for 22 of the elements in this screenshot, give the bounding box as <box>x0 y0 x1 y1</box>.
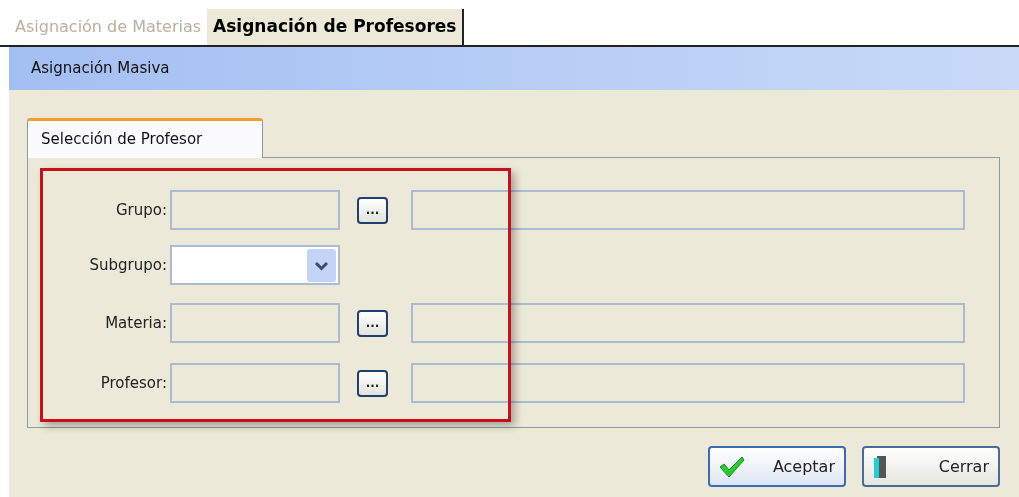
panel-tab[interactable]: Selección de Profesor <box>27 118 263 158</box>
browse-button[interactable]: ... <box>357 369 388 397</box>
input-field[interactable] <box>170 363 340 403</box>
tab[interactable]: Asignación de Profesores <box>207 9 465 45</box>
browse-button[interactable]: ... <box>357 309 388 337</box>
field-label: Grupo: <box>114 199 168 221</box>
browse-button[interactable]: ... <box>357 196 388 224</box>
description-field[interactable] <box>411 363 965 403</box>
input-field[interactable] <box>170 190 340 230</box>
input-field[interactable] <box>170 303 340 343</box>
description-field[interactable] <box>411 303 965 343</box>
field-label: Profesor: <box>99 372 168 394</box>
accept-button[interactable]: Aceptar <box>708 446 846 487</box>
close-button[interactable]: Cerrar <box>862 446 1000 487</box>
chevron-down-icon <box>307 248 336 282</box>
header-title: Asignación Masiva <box>31 58 170 80</box>
description-field[interactable] <box>411 190 965 230</box>
door-icon <box>873 454 887 479</box>
field-label: Subgrupo: <box>88 254 168 276</box>
dropdown[interactable] <box>170 245 340 285</box>
checkmark-icon <box>719 455 745 478</box>
field-label: Materia: <box>104 312 168 334</box>
